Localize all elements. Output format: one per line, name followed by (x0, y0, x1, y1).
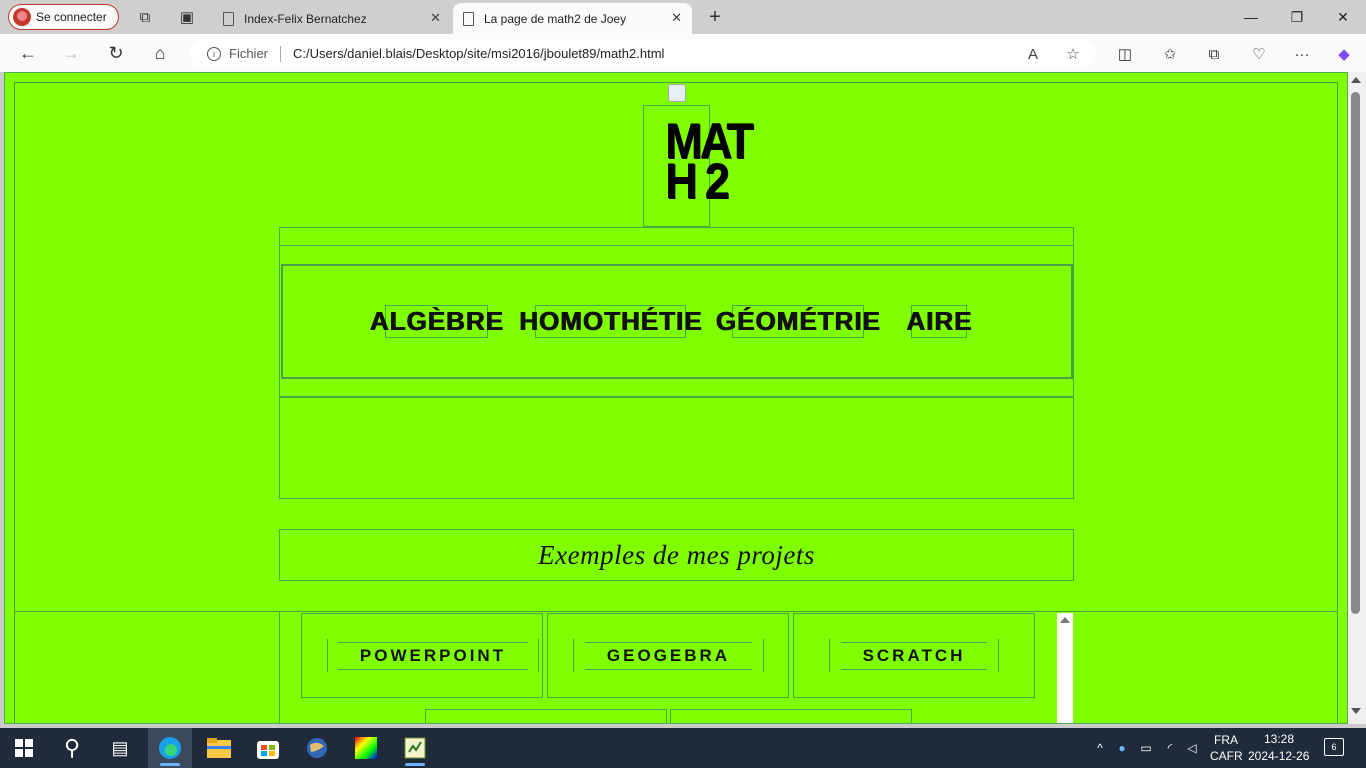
favorites-icon[interactable]: ✩ (1156, 41, 1184, 67)
divider (279, 245, 1074, 246)
tab-actions-icon[interactable]: ▣ (173, 4, 201, 30)
project-card (425, 709, 667, 723)
profile-label: Se connecter (36, 10, 107, 24)
restore-icon[interactable]: ❐ (1274, 0, 1320, 34)
projects-scrollbar[interactable] (1057, 613, 1073, 723)
projects-title: Exemples de mes projets (538, 539, 815, 570)
network-alert-icon[interactable]: ● (1114, 740, 1130, 756)
screen: Se connecter ⧉ ▣ Index-Felix Bernatchez … (0, 0, 1366, 768)
close-tab-icon[interactable]: ✕ (671, 10, 682, 26)
forward-icon[interactable]: → (56, 40, 86, 66)
wifi-icon[interactable]: ◜ (1162, 740, 1178, 756)
system-tray: ^ ● ▭ ◜ ◁ FRA CAFR 13:28 2024-12-26 6 (1090, 728, 1366, 768)
start-icon[interactable] (12, 736, 36, 760)
clock-time[interactable]: 13:28 (1264, 732, 1294, 746)
scroll-up-icon[interactable] (1351, 77, 1361, 83)
favorite-star-icon[interactable]: ☆ (1063, 44, 1083, 64)
browser-essentials-icon[interactable]: ♡ (1245, 41, 1273, 67)
project-card (670, 709, 912, 723)
clock-date[interactable]: 2024-12-26 (1248, 749, 1309, 763)
close-tab-icon[interactable]: ✕ (430, 10, 441, 26)
minimize-icon[interactable]: — (1228, 0, 1274, 34)
nav-link-geometrie[interactable]: GÉOMÉTRIE (716, 305, 880, 338)
paint-app-icon[interactable] (344, 728, 388, 768)
tab-label: La page de math2 de Joey (484, 11, 627, 26)
divider (14, 611, 15, 723)
page-icon (223, 11, 234, 26)
new-tab-icon[interactable]: + (702, 4, 728, 30)
chevron-up-icon[interactable]: ^ (1092, 740, 1108, 756)
reload-icon[interactable]: ↻ (101, 40, 131, 66)
button-label: GEOGEBRA (584, 641, 753, 670)
task-view-icon[interactable]: ▤ (106, 734, 134, 762)
button-label: SCRATCH (840, 641, 988, 670)
workspaces-icon[interactable]: ⧉ (131, 4, 159, 30)
more-menu-icon[interactable]: ··· (1288, 41, 1316, 67)
tab-index-felix[interactable]: Index-Felix Bernatchez ✕ (213, 3, 451, 34)
nav-link-aire[interactable]: AIRE (906, 305, 971, 338)
volume-icon[interactable]: ◁ (1184, 740, 1200, 756)
tab-math2[interactable]: La page de math2 de Joey ✕ (453, 3, 692, 34)
scrollbar-thumb[interactable] (1351, 92, 1360, 614)
profile-button[interactable]: Se connecter (8, 4, 119, 30)
home-icon[interactable]: ⌂ (145, 40, 175, 66)
notification-count: 6 (1331, 742, 1337, 752)
scratch-button[interactable]: SCRATCH (829, 639, 999, 672)
language-code[interactable]: FRA (1214, 733, 1238, 747)
avatar-icon (13, 8, 31, 26)
store-icon[interactable] (246, 728, 290, 768)
search-icon[interactable]: ⚲ (58, 734, 86, 762)
address-bar[interactable]: i Fichier C:/Users/daniel.blais/Desktop/… (190, 39, 1096, 68)
divider (1337, 611, 1338, 723)
copilot-icon[interactable]: ◆ (1330, 41, 1358, 67)
url-text[interactable]: C:/Users/daniel.blais/Desktop/site/msi20… (293, 46, 664, 61)
back-icon[interactable]: ← (13, 40, 43, 66)
nav-link-homothetie[interactable]: HOMOTHÉTIE (519, 305, 701, 338)
keyboard-layout[interactable]: CAFR (1210, 749, 1243, 763)
projects-header: Exemples de mes projets (279, 529, 1074, 581)
scheme-label: Fichier (229, 46, 269, 61)
broken-image-icon (668, 84, 686, 102)
globe-app-icon[interactable] (295, 728, 339, 768)
info-icon[interactable]: i (207, 46, 221, 61)
button-label: POWERPOINT (337, 641, 529, 670)
edge-taskbar-icon[interactable] (148, 728, 192, 768)
tab-label: Index-Felix Bernatchez (244, 11, 367, 26)
page-icon (463, 11, 474, 26)
content-area (279, 397, 1074, 499)
nav-link-algebre[interactable]: ALGÈBRE (369, 305, 503, 338)
geogebra-button[interactable]: GEOGEBRA (573, 639, 764, 672)
scroll-up-icon[interactable] (1060, 617, 1070, 623)
scroll-down-icon[interactable] (1351, 708, 1361, 714)
collections-icon[interactable]: ⧉ (1200, 41, 1228, 67)
divider (280, 45, 282, 62)
notification-icon[interactable]: 6 (1324, 738, 1344, 756)
read-aloud-icon[interactable]: A (1023, 44, 1043, 64)
page-viewport: MATH 2 ALGÈBRE HOMOTHÉTIE GÉOMÉTRIE AIRE… (4, 72, 1348, 724)
battery-icon[interactable]: ▭ (1138, 740, 1154, 756)
editor-app-icon[interactable] (393, 728, 437, 768)
split-screen-icon[interactable]: ◫ (1111, 41, 1139, 67)
close-window-icon[interactable]: ✕ (1320, 0, 1366, 34)
file-explorer-icon[interactable] (197, 728, 241, 768)
powerpoint-button[interactable]: POWERPOINT (327, 639, 539, 672)
page-title: MATH 2 (665, 113, 754, 209)
